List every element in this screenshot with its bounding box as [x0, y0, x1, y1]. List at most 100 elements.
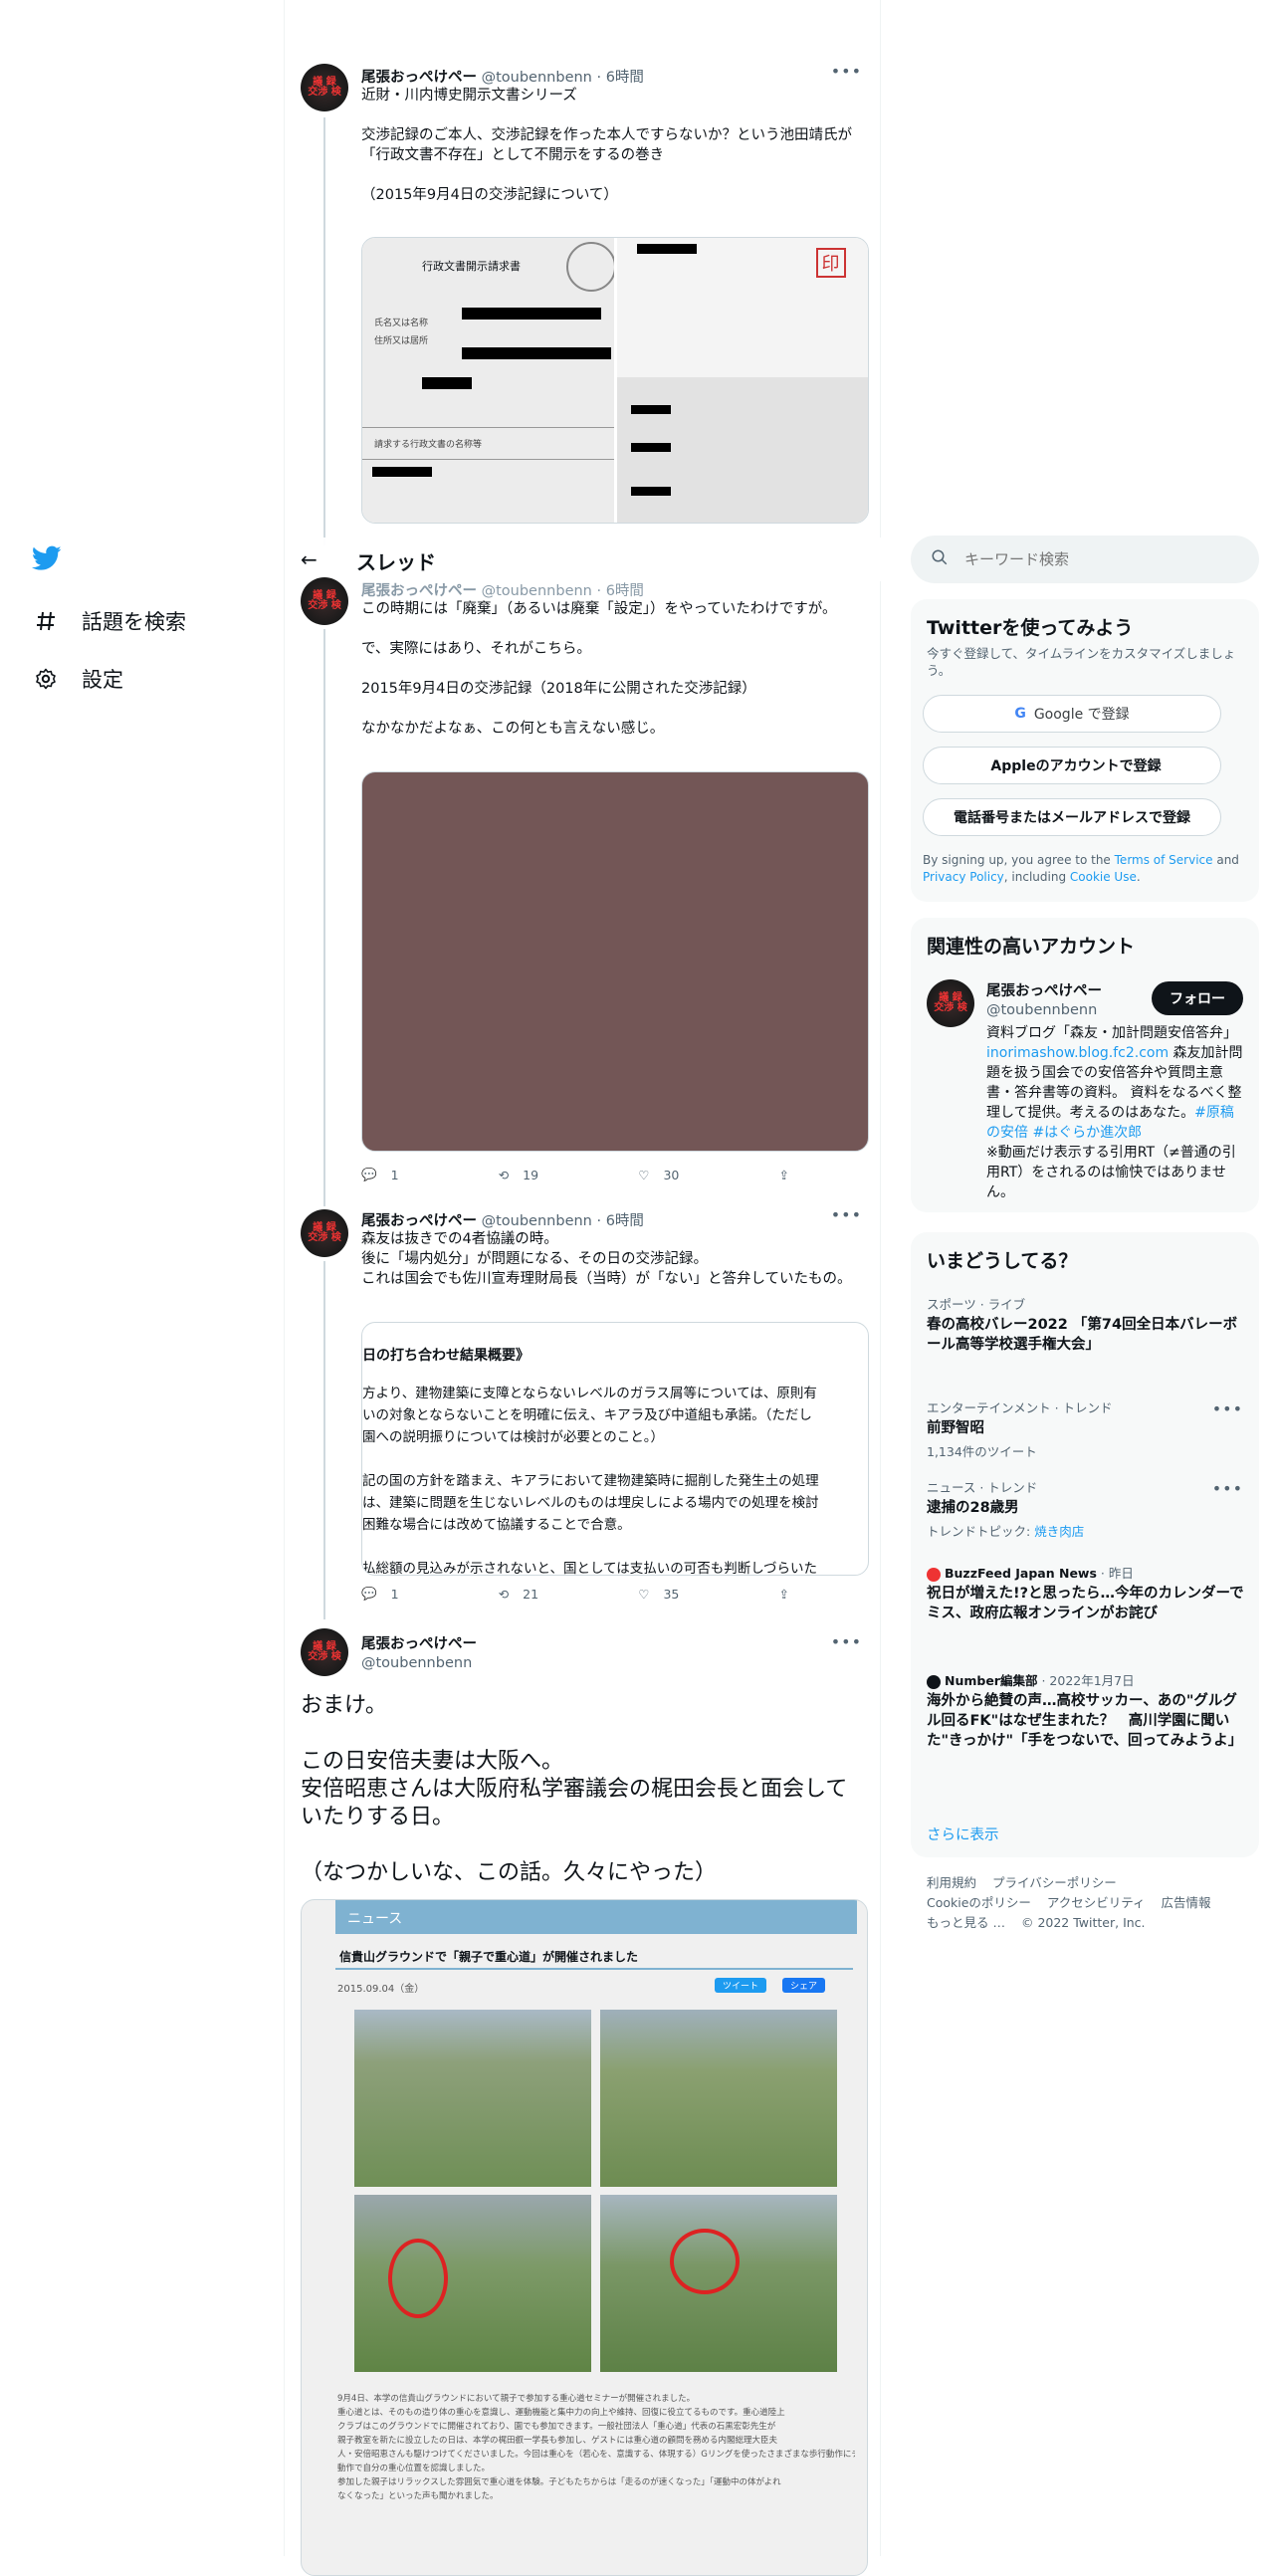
- trend-sub: 1,134件のツイート: [927, 1444, 1037, 1459]
- main-tweet-header: 尾張おっぺけペー @toubennbenn: [361, 1632, 477, 1671]
- caption-line: クラブはこのグラウンドでに開催されており、園でも参加できます。一般社団法人「重心…: [337, 2422, 776, 2432]
- avatar[interactable]: 議 録交渉 検: [301, 64, 348, 111]
- news-source: Number編集部: [945, 1673, 1038, 1688]
- author-handle[interactable]: @toubennbenn: [361, 1655, 477, 1671]
- more-icon[interactable]: •••: [831, 62, 862, 81]
- reply-count: 1: [390, 1586, 399, 1602]
- phone-signup-button[interactable]: 電話番号またはメールアドレスで登録: [923, 798, 1221, 836]
- caption-line: 動作で自分の重心位置を認識しました。: [337, 2464, 491, 2473]
- tweet-media-image[interactable]: [361, 771, 869, 1152]
- nav-settings[interactable]: 設定: [32, 664, 123, 694]
- legal-text: and: [1212, 853, 1239, 867]
- more-icon[interactable]: •••: [831, 1632, 862, 1651]
- trends-card: いまどうしてる？ スポーツ · ライブ 春の高校バレー2022 「第74回全日本…: [911, 1232, 1259, 1857]
- more-icon[interactable]: •••: [1212, 1479, 1243, 1498]
- retweet-count: 21: [523, 1586, 539, 1602]
- relevant-accounts-card: 関連性の高いアカウント 議 録交渉 検 尾張おっぺけペー @toubennben…: [911, 918, 1259, 1212]
- news-tweet-button[interactable]: ツイート: [715, 1978, 767, 1993]
- news-source: BuzzFeed Japan News: [945, 1566, 1097, 1581]
- footer-link[interactable]: 利用規約: [927, 1875, 976, 1890]
- avatar[interactable]: 議 録交渉 検: [927, 979, 974, 1027]
- news-item[interactable]: BuzzFeed Japan News · 昨日 祝日が増えた!?と思ったら…今…: [927, 1563, 1245, 1623]
- news-time: · 昨日: [1100, 1566, 1134, 1581]
- tweet-time[interactable]: · 6時間: [596, 70, 643, 86]
- more-icon[interactable]: •••: [831, 1205, 862, 1224]
- like-button[interactable]: ♡ 30: [638, 1167, 679, 1182]
- relevant-handle[interactable]: @toubennbenn: [986, 1002, 1102, 1018]
- back-arrow-icon[interactable]: ←: [301, 547, 318, 571]
- retweet-button[interactable]: ⟲ 19: [499, 1167, 538, 1182]
- reply-icon: 💬: [361, 1167, 377, 1181]
- search-box[interactable]: [911, 536, 1259, 583]
- follow-button[interactable]: フォロー: [1152, 981, 1243, 1015]
- author-handle[interactable]: @toubennbenn: [482, 583, 592, 599]
- trend-item[interactable]: エンターテインメント · トレンド 前野智昭 1,134件のツイート: [927, 1397, 1245, 1460]
- tweet-text: 近財・川内博史開示文書シリーズ 交渉記録のご本人、交渉記録を作った本人ですらない…: [361, 88, 852, 203]
- google-icon: G: [1014, 706, 1026, 722]
- seal-stamp: 印: [815, 248, 846, 278]
- document-line: 方より、建物建築に支障とならないレベルのガラス屑等については、原則有: [362, 1386, 817, 1401]
- google-signup-button[interactable]: G Google で登録: [923, 695, 1221, 733]
- trend-title: 逮捕の28歳男: [927, 1500, 1019, 1516]
- tweet-media-document[interactable]: 日の打ち合わせ結果概要》 方より、建物建築に支障とならないレベルのガラス屑等につ…: [361, 1322, 869, 1576]
- heart-icon: ♡: [638, 1167, 650, 1182]
- footer-link[interactable]: 広告情報: [1162, 1895, 1211, 1910]
- document-section: 請求する行政文書の名称等: [374, 440, 483, 450]
- trend-topic-link[interactable]: 焼き肉店: [1034, 1524, 1084, 1539]
- tweet-header: 尾張おっぺけペー @toubennbenn · 6時間: [361, 66, 644, 87]
- share-button[interactable]: ⇪: [779, 1586, 789, 1602]
- document-image-left[interactable]: 行政文書開示請求書 氏名又は名称 住所又は居所 請求する行政文書の名称等: [362, 238, 614, 523]
- footer-link[interactable]: もっと見る …: [927, 1915, 1005, 1930]
- tweet-time[interactable]: · 6時間: [596, 583, 643, 599]
- author-name[interactable]: 尾張おっぺけペー: [361, 1632, 477, 1653]
- twitter-logo-icon[interactable]: [31, 545, 62, 575]
- reply-button[interactable]: 💬 1: [361, 1586, 399, 1602]
- document-line: 園への説明振りについては検討が必要とのこと。）: [362, 1429, 664, 1445]
- show-more-link[interactable]: さらに表示: [927, 1824, 999, 1844]
- tweet-media-news[interactable]: ニュース 信貴山グラウンドで「親子で重心道」が開催されました 2015.09.0…: [301, 1899, 868, 2576]
- retweet-button[interactable]: ⟲ 21: [499, 1586, 538, 1602]
- author-handle[interactable]: @toubennbenn: [482, 70, 592, 86]
- relevant-bio: 資料ブログ「森友・加計問題安倍答弁」 inorimashow.blog.fc2.…: [986, 1023, 1247, 1202]
- footer-link[interactable]: アクセシビリティ: [1047, 1895, 1146, 1910]
- author-name[interactable]: 尾張おっぺけペー: [361, 583, 477, 599]
- legal-text: , including: [1003, 870, 1070, 884]
- right-sidebar: Twitterを使ってみよう 今すぐ登録して、タイムラインをカスタマイズしましょ…: [911, 0, 1259, 2556]
- apple-signup-button[interactable]: Appleのアカウントで登録: [923, 747, 1221, 784]
- red-circle-annotation: [388, 2239, 448, 2318]
- bio-link[interactable]: inorimashow.blog.fc2.com: [986, 1045, 1169, 1061]
- nav-explore[interactable]: 話題を検索: [32, 606, 186, 636]
- tweet-media-documents[interactable]: 行政文書開示請求書 氏名又は名称 住所又は居所 請求する行政文書の名称等 印: [361, 237, 869, 524]
- document-line: いの対象とならないことを明確に伝え、キアラ及び中道組も承諾。（ただし: [362, 1407, 812, 1423]
- relevant-account-names: 尾張おっぺけペー @toubennbenn: [986, 979, 1102, 1018]
- avatar[interactable]: 議 録交渉 検: [301, 577, 348, 625]
- more-icon[interactable]: •••: [1212, 1399, 1243, 1418]
- terms-link[interactable]: Terms of Service: [1115, 853, 1213, 867]
- thread-line: [323, 1261, 325, 1619]
- footer-link[interactable]: プライバシーポリシー: [992, 1875, 1117, 1890]
- like-button[interactable]: ♡ 35: [638, 1586, 679, 1602]
- relevant-name[interactable]: 尾張おっぺけペー: [986, 979, 1102, 1000]
- avatar[interactable]: 議 録交渉 検: [301, 1209, 348, 1257]
- reply-button[interactable]: 💬 1: [361, 1167, 399, 1182]
- signup-legal: By signing up, you agree to the Terms of…: [923, 852, 1247, 886]
- document-heading: 日の打ち合わせ結果概要》: [362, 1348, 530, 1364]
- tweet-time[interactable]: · 6時間: [596, 1213, 643, 1229]
- tweet-header: 尾張おっぺけペー @toubennbenn · 6時間: [361, 579, 644, 600]
- share-button[interactable]: ⇪: [779, 1167, 789, 1182]
- privacy-link[interactable]: Privacy Policy: [923, 870, 1004, 884]
- search-input[interactable]: [964, 550, 1223, 568]
- trend-item[interactable]: スポーツ · ライブ 春の高校バレー2022 「第74回全日本バレーボール高等学…: [927, 1294, 1245, 1355]
- author-handle[interactable]: @toubennbenn: [482, 1213, 592, 1229]
- document-image-right[interactable]: 印: [616, 238, 868, 523]
- author-name[interactable]: 尾張おっぺけペー: [361, 70, 477, 86]
- thread-column: 議 録交渉 検 尾張おっぺけペー @toubennbenn · 6時間 ••• …: [284, 0, 882, 2576]
- trend-item[interactable]: ニュース · トレンド 逮捕の28歳男 トレンドトピック: 焼き肉店: [927, 1477, 1245, 1540]
- avatar[interactable]: 議 録交渉 検: [301, 1628, 348, 1676]
- footer-link[interactable]: Cookieのポリシー: [927, 1895, 1031, 1910]
- news-share-button[interactable]: シェア: [782, 1978, 826, 1993]
- news-item[interactable]: Number編集部 · 2022年1月7日 海外から絶賛の声…高校サッカー、あの…: [927, 1670, 1245, 1751]
- cookie-link[interactable]: Cookie Use: [1070, 870, 1137, 884]
- author-name[interactable]: 尾張おっぺけペー: [361, 1213, 477, 1229]
